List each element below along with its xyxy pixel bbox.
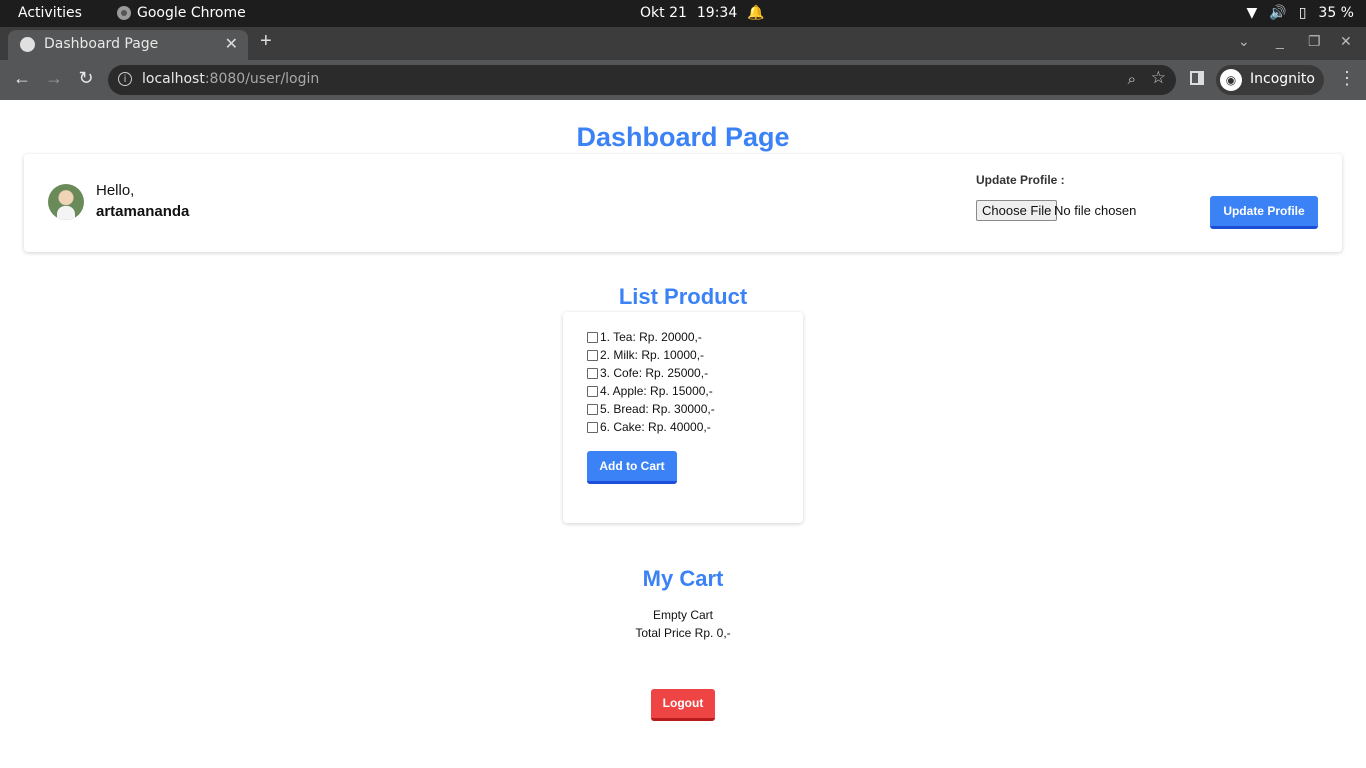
address-bar[interactable]: i localhost:8080/user/login ⌕ ☆ — [108, 65, 1176, 95]
incognito-icon: ◉ — [1220, 69, 1242, 91]
time: 19:34 — [696, 5, 738, 21]
tab-dashboard[interactable]: Dashboard Page ✕ — [8, 30, 248, 60]
product-checkbox[interactable] — [587, 385, 598, 397]
my-cart-title: My Cart — [642, 566, 724, 591]
product-label: 1. Tea: Rp. 20000,- — [600, 330, 702, 344]
app-name: Google Chrome — [137, 5, 246, 21]
restore-icon[interactable]: ❐ — [1308, 33, 1321, 50]
avatar — [48, 184, 84, 220]
logout-button[interactable]: Logout — [651, 689, 715, 721]
minimize-icon[interactable]: _ — [1276, 33, 1284, 49]
tab-search-icon[interactable]: ⌄ — [1238, 33, 1250, 50]
app-menu[interactable]: Google Chrome — [117, 5, 246, 21]
wifi-icon: ▼ — [1246, 5, 1258, 21]
system-tray[interactable]: ▼ 🔊 ▯ 35 % — [1246, 5, 1354, 21]
alarm-icon: 🔔 — [747, 5, 765, 21]
incognito-label: Incognito — [1250, 71, 1315, 87]
chrome-icon — [117, 6, 131, 20]
date: Okt 21 — [640, 5, 687, 21]
product-checkbox[interactable] — [587, 331, 598, 343]
clock[interactable]: Okt 21 19:34 🔔 — [640, 5, 765, 21]
system-top-bar: Activities Google Chrome Okt 21 19:34 🔔 … — [0, 0, 1366, 27]
menu-kebab-icon[interactable]: ⋮ — [1338, 68, 1356, 89]
cart-empty-text: Empty Cart — [652, 608, 713, 622]
url-text[interactable]: localhost:8080/user/login — [142, 71, 319, 87]
new-tab-button[interactable]: + — [260, 30, 272, 53]
cart-total-text: Total Price Rp. 0,- — [635, 626, 731, 640]
update-profile-label: Update Profile : — [976, 173, 1065, 187]
product-item[interactable]: 1. Tea: Rp. 20000,- — [587, 330, 702, 344]
file-status: No file chosen — [1054, 203, 1137, 218]
forward-icon[interactable]: → — [42, 68, 66, 89]
product-checkbox[interactable] — [587, 349, 598, 361]
page-content: Dashboard Page Hello, artamananda Update… — [0, 100, 1366, 768]
back-icon[interactable]: ← — [10, 68, 34, 89]
site-info-icon[interactable]: i — [118, 72, 132, 86]
page-title: Dashboard Page — [576, 122, 790, 152]
tab-title: Dashboard Page — [44, 36, 159, 52]
zoom-icon[interactable]: ⌕ — [1128, 70, 1136, 88]
product-checkbox[interactable] — [587, 403, 598, 415]
globe-icon — [20, 37, 35, 52]
username: artamananda — [96, 203, 190, 220]
side-panel-icon[interactable] — [1190, 71, 1204, 85]
list-product-title: List Product — [618, 284, 748, 309]
browser-toolbar: ← → ↻ i localhost:8080/user/login ⌕ ☆ ◉ … — [0, 60, 1366, 100]
bookmark-star-icon[interactable]: ☆ — [1151, 68, 1166, 88]
volume-icon: 🔊 — [1269, 5, 1287, 21]
greeting: Hello, — [96, 182, 135, 199]
profile-card: Hello, artamananda Update Profile : Choo… — [24, 154, 1342, 252]
battery-percent: 35 % — [1318, 5, 1354, 21]
add-to-cart-button[interactable]: Add to Cart — [587, 451, 677, 484]
choose-file-button[interactable]: Choose File — [976, 200, 1058, 221]
product-checkbox[interactable] — [587, 421, 598, 433]
close-window-icon[interactable]: ✕ — [1340, 33, 1352, 50]
battery-icon: ▯ — [1298, 5, 1307, 21]
product-label: 6. Cake: Rp. 40000,- — [600, 420, 711, 434]
reload-icon[interactable]: ↻ — [74, 68, 98, 89]
activities-button[interactable]: Activities — [18, 5, 82, 21]
product-label: 4. Apple: Rp. 15000,- — [600, 384, 713, 398]
tab-strip: Dashboard Page ✕ — [0, 27, 1366, 60]
url-path: :8080/user/login — [204, 71, 320, 87]
update-profile-button[interactable]: Update Profile — [1210, 196, 1318, 229]
product-item[interactable]: 4. Apple: Rp. 15000,- — [587, 384, 713, 398]
product-item[interactable]: 5. Bread: Rp. 30000,- — [587, 402, 715, 416]
product-label: 3. Cofe: Rp. 25000,- — [600, 366, 709, 380]
incognito-indicator[interactable]: ◉ Incognito — [1216, 65, 1324, 95]
product-item[interactable]: 2. Milk: Rp. 10000,- — [587, 348, 704, 362]
product-label: 5. Bread: Rp. 30000,- — [600, 402, 715, 416]
product-list-card: 1. Tea: Rp. 20000,- 2. Milk: Rp. 10000,-… — [563, 312, 803, 523]
product-item[interactable]: 6. Cake: Rp. 40000,- — [587, 420, 711, 434]
product-checkbox[interactable] — [587, 367, 598, 379]
product-label: 2. Milk: Rp. 10000,- — [600, 348, 705, 362]
url-host: localhost — [142, 71, 205, 87]
close-tab-icon[interactable]: ✕ — [225, 34, 238, 53]
product-item[interactable]: 3. Cofe: Rp. 25000,- — [587, 366, 708, 380]
